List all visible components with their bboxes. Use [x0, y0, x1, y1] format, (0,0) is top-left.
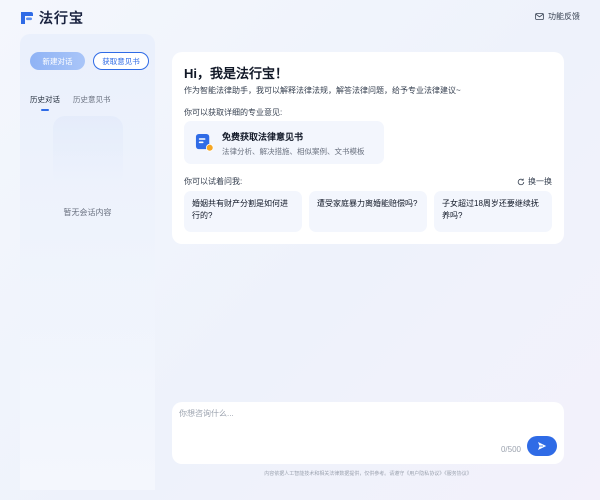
chat-input[interactable] — [179, 408, 479, 438]
tab-chat-history[interactable]: 历史对话 — [30, 94, 60, 111]
mail-icon — [535, 13, 544, 20]
feature-subtitle: 法律分析、解决措施、相似案例、文书模板 — [222, 147, 365, 156]
intro-text: 作为智能法律助手，我可以解释法律法规，解答法律问题，给予专业法律建议~ — [184, 86, 461, 95]
refresh-button[interactable]: 换一换 — [517, 176, 552, 187]
feedback-button[interactable]: 功能反馈 — [535, 11, 580, 22]
sidebar-actions: 新建对话 获取意见书 — [30, 52, 149, 70]
feature-title: 免费获取法律意见书 — [222, 132, 304, 142]
free-opinion-feature[interactable]: 免费获取法律意见书 法律分析、解决措施、相似案例、文书模板 — [184, 121, 384, 164]
brand[interactable]: 法行宝 — [19, 8, 84, 28]
new-chat-button[interactable]: 新建对话 — [30, 52, 85, 70]
sidebar: 新建对话 获取意见书 历史对话 历史意见书 暂无会话内容 — [20, 34, 155, 490]
history-tabs: 历史对话 历史意见书 — [30, 94, 111, 111]
ask-prompt: 你可以试着问我: — [184, 177, 243, 186]
suggested-question[interactable]: 子女超过18周岁还要继续抚养吗? — [434, 191, 552, 232]
document-icon — [195, 133, 214, 152]
top-bar: 法行宝 功能反馈 — [0, 0, 600, 34]
chat-input-box: 0/500 — [172, 402, 564, 464]
empty-state-text: 暂无会话内容 — [63, 208, 112, 217]
suggested-question[interactable]: 婚姻共有财产分割是如何进行的? — [184, 191, 302, 232]
get-opinion-button[interactable]: 获取意见书 — [93, 52, 149, 70]
disclaimer-text: 内容依据人工智能技术和相关法律数据提供，仅供参考。请遵守《用户隐私协议》《服务协… — [264, 471, 472, 477]
feedback-label: 功能反馈 — [548, 12, 580, 21]
suggested-question[interactable]: 遭受家庭暴力离婚能赔偿吗? — [309, 191, 427, 232]
brand-name: 法行宝 — [39, 10, 84, 26]
empty-state-illustration — [53, 116, 123, 186]
greeting-title: Hi，我是法行宝！ — [184, 66, 289, 81]
tab-opinion-history[interactable]: 历史意见书 — [73, 94, 111, 111]
char-counter: 0/500 — [500, 445, 521, 454]
send-icon — [538, 442, 547, 450]
send-button[interactable] — [527, 436, 557, 456]
brand-logo-icon — [21, 12, 33, 24]
opinion-prompt: 你可以获取详细的专业意见: — [184, 108, 283, 117]
refresh-label: 换一换 — [528, 177, 552, 186]
refresh-icon — [517, 178, 525, 185]
welcome-card: Hi，我是法行宝！ 作为智能法律助手，我可以解释法律法规，解答法律问题，给予专业… — [172, 52, 564, 244]
